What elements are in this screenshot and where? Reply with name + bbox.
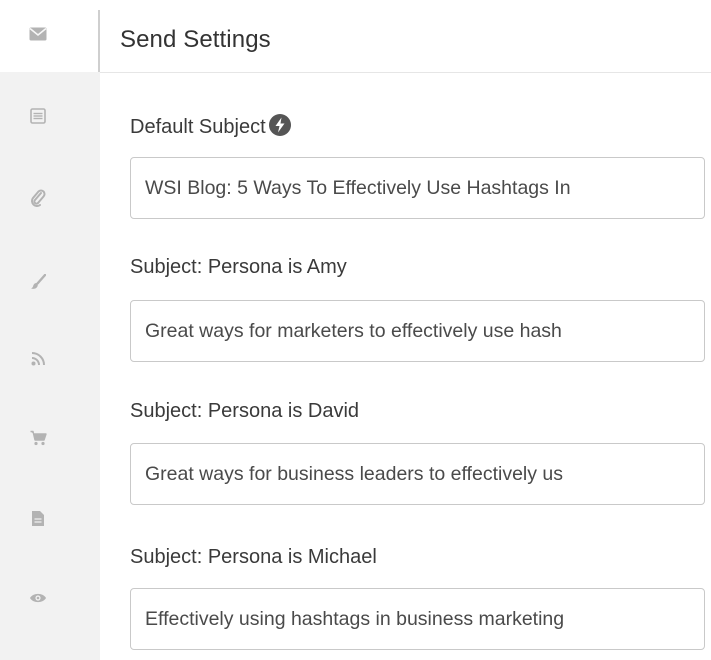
paintbrush-icon [30, 274, 46, 290]
list-icon [30, 108, 46, 124]
subject-persona-amy-input[interactable] [130, 300, 705, 362]
sidebar-item-preview[interactable] [16, 580, 60, 616]
envelope-icon [29, 27, 47, 41]
subject-persona-david-input[interactable] [130, 443, 705, 505]
subject-persona-amy-label: Subject: Persona is Amy [130, 256, 347, 278]
default-subject-label: Default Subject [130, 113, 292, 143]
sidebar-item-send-settings[interactable] [16, 16, 60, 52]
sidebar-item-attachments[interactable] [16, 180, 60, 216]
document-icon [31, 510, 45, 527]
sidebar-item-documents[interactable] [16, 500, 60, 536]
lightning-info-icon[interactable] [268, 113, 292, 143]
app-window: Send Settings Default Subject Subject: P… [0, 0, 711, 660]
page-title: Send Settings [120, 26, 271, 53]
header: Send Settings [100, 0, 711, 73]
paperclip-icon [30, 189, 46, 207]
sidebar-item-feeds[interactable] [16, 340, 60, 376]
shopping-cart-icon [30, 430, 47, 446]
sidebar-item-design[interactable] [16, 264, 60, 300]
subject-persona-michael-label: Subject: Persona is Michael [130, 546, 377, 568]
sidebar-item-commerce[interactable] [16, 420, 60, 456]
eye-icon [29, 592, 47, 604]
default-subject-input[interactable] [130, 157, 705, 219]
default-subject-label-text: Default Subject [130, 116, 266, 138]
rss-icon [31, 351, 46, 366]
subject-persona-michael-input[interactable] [130, 588, 705, 650]
sidebar-item-content[interactable] [16, 98, 60, 134]
sidebar [0, 0, 100, 660]
subject-persona-david-label: Subject: Persona is David [130, 400, 360, 422]
